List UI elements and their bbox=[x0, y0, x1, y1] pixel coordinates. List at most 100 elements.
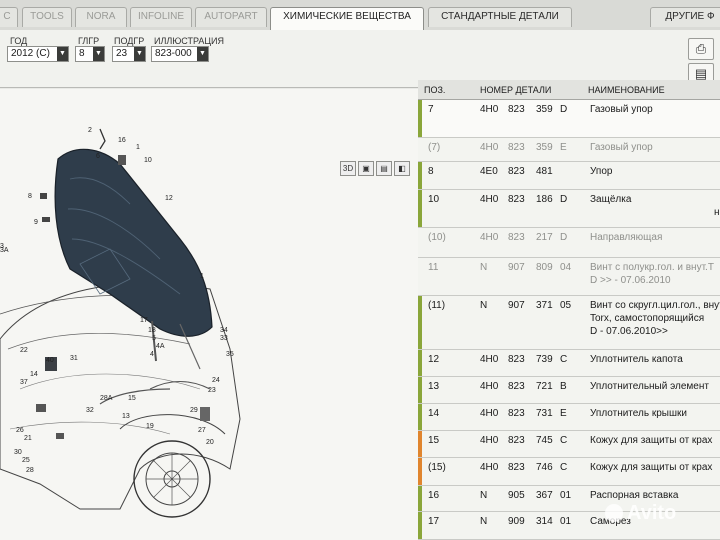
table-row[interactable]: (15) 4H0 823 746 C Кожух для защиты от крах bbox=[418, 458, 720, 486]
table-row[interactable]: (7) 4H0 823 359 E Газовый упор bbox=[418, 138, 720, 162]
view-fit-button[interactable]: ▣ bbox=[358, 161, 374, 176]
view-list-button[interactable]: ▤ bbox=[376, 161, 392, 176]
col-part-no: НОМЕР ДЕТАЛИ bbox=[480, 85, 552, 95]
part-group: 907 bbox=[508, 262, 525, 273]
part-suffix: E bbox=[560, 408, 567, 419]
callout-label[interactable]: 23 bbox=[208, 387, 216, 394]
row-status-bar bbox=[418, 512, 422, 539]
part-suffix: 01 bbox=[560, 490, 572, 501]
callout-label[interactable]: 18 bbox=[148, 327, 156, 334]
callout-label[interactable]: 10 bbox=[144, 157, 152, 164]
callout-label[interactable]: 30 bbox=[14, 449, 22, 456]
callout-label[interactable]: 26 bbox=[16, 427, 24, 434]
callout-label[interactable]: 31 bbox=[70, 355, 78, 362]
illustration-select[interactable]: 823-000 ▼ bbox=[151, 46, 209, 62]
tab-tools[interactable]: TOOLS bbox=[22, 7, 72, 27]
tab-c[interactable]: C bbox=[0, 7, 18, 27]
row-status-bar bbox=[418, 296, 422, 349]
part-number: 731 bbox=[536, 408, 553, 419]
callout-label[interactable]: 28 bbox=[26, 467, 34, 474]
callout-label[interactable]: 29 bbox=[190, 407, 198, 414]
view-split-button[interactable]: ◧ bbox=[394, 161, 410, 176]
part-number: 746 bbox=[536, 462, 553, 473]
tab-autopart[interactable]: AUTOPART bbox=[195, 7, 267, 27]
parts-table: ПОЗ. НОМЕР ДЕТАЛИ НАИМЕНОВАНИЕ 7 4H0 823 35… bbox=[418, 80, 720, 540]
tab-chemicals[interactable]: ХИМИЧЕСКИЕ ВЕЩЕСТВА bbox=[270, 7, 424, 30]
callout-label[interactable]: 14 bbox=[30, 371, 38, 378]
row-status-bar bbox=[418, 162, 422, 189]
part-group: 907 bbox=[508, 300, 525, 311]
callout-label[interactable]: 3A bbox=[0, 247, 9, 254]
part-group: 905 bbox=[508, 490, 525, 501]
part-name: Уплотнитель крышки bbox=[590, 408, 687, 419]
tab-infoline[interactable]: INFOLINE bbox=[130, 7, 192, 27]
callout-label[interactable]: 15 bbox=[128, 395, 136, 402]
callout-label[interactable]: 8 bbox=[28, 193, 32, 200]
group-select[interactable]: 8 ▼ bbox=[75, 46, 105, 62]
callout-label[interactable]: 4 bbox=[150, 351, 154, 358]
tab-nora[interactable]: NORA bbox=[75, 7, 127, 27]
row-pos: 7 bbox=[428, 104, 434, 115]
part-number: 481 bbox=[536, 166, 553, 177]
callout-label[interactable]: 2 bbox=[88, 127, 92, 134]
callout-label[interactable]: 35 bbox=[226, 351, 234, 358]
callout-label[interactable]: 28A bbox=[100, 395, 112, 402]
part-suffix: 01 bbox=[560, 516, 572, 527]
year-select[interactable]: 2012 (C) ▼ bbox=[7, 46, 69, 62]
part-number: 359 bbox=[536, 104, 553, 115]
part-number: 745 bbox=[536, 435, 553, 446]
callout-label[interactable]: 6 bbox=[96, 153, 100, 160]
subgroup-value: 23 bbox=[116, 48, 128, 59]
col-name: НАИМЕНОВАНИЕ bbox=[588, 85, 665, 95]
view-3d-button[interactable]: 3D bbox=[340, 161, 356, 176]
table-row[interactable]: 12 4H0 823 739 C Уплотнитель капота bbox=[418, 350, 720, 377]
part-suffix: 05 bbox=[560, 300, 572, 311]
year-label: ГОД bbox=[10, 36, 28, 46]
callout-label[interactable]: 21 bbox=[24, 435, 32, 442]
tab-standard-parts[interactable]: СТАНДАРТНЫЕ ДЕТАЛИ bbox=[428, 7, 572, 27]
callout-label[interactable]: 1 bbox=[136, 144, 140, 151]
table-row[interactable]: 10 4H0 823 186 D Защёлка н bbox=[418, 190, 720, 228]
table-row[interactable]: (10) 4H0 823 217 D Направляющая bbox=[418, 228, 720, 258]
part-group: 823 bbox=[508, 381, 525, 392]
table-row[interactable]: 7 4H0 823 359 D Газовый упор bbox=[418, 100, 720, 138]
table-row[interactable]: 13 4H0 823 721 B Уплотнительный элемент bbox=[418, 377, 720, 404]
print-button[interactable]: ⎙ bbox=[688, 38, 714, 60]
callout-label[interactable]: 4A bbox=[156, 343, 165, 350]
callout-label[interactable]: 20 bbox=[206, 439, 214, 446]
part-name: Упор bbox=[590, 166, 613, 177]
row-pos: 13 bbox=[428, 381, 440, 392]
table-row[interactable]: 11 N 907 809 04 Винт с полукр.гол. и внут.Т D … bbox=[418, 258, 720, 296]
callout-label[interactable]: 40 bbox=[46, 357, 54, 364]
part-name: Газовый упор bbox=[590, 142, 653, 153]
part-prefix: 4H0 bbox=[480, 408, 499, 419]
callout-label[interactable]: 1 bbox=[200, 273, 204, 280]
callout-label[interactable]: 5 bbox=[152, 335, 156, 342]
table-row[interactable]: 8 4E0 823 481 Упор bbox=[418, 162, 720, 190]
table-row[interactable]: 15 4H0 823 745 C Кожух для защиты от крах bbox=[418, 431, 720, 458]
subgroup-select[interactable]: 23 ▼ bbox=[112, 46, 146, 62]
tab-other[interactable]: ДРУГИЕ Ф bbox=[650, 7, 720, 27]
avito-watermark: Avito bbox=[605, 502, 676, 525]
callout-label[interactable]: 24 bbox=[212, 377, 220, 384]
callout-label[interactable]: 27 bbox=[198, 427, 206, 434]
callout-label[interactable]: 17 bbox=[140, 317, 148, 324]
callout-label[interactable]: 32 bbox=[86, 407, 94, 414]
callout-label[interactable]: 19 bbox=[146, 423, 154, 430]
callout-label[interactable]: 37 bbox=[20, 379, 28, 386]
callout-label[interactable]: 13 bbox=[122, 413, 130, 420]
tab-bar: C TOOLS NORA INFOLINE AUTOPART ХИМИЧЕСКИ… bbox=[0, 0, 720, 30]
table-row[interactable]: 14 4H0 823 731 E Уплотнитель крышки bbox=[418, 404, 720, 431]
table-row[interactable]: (11) N 907 371 05 Винт со скругл.цил.гол., вн… bbox=[418, 296, 720, 350]
callout-label[interactable]: 12 bbox=[165, 195, 173, 202]
callout-label[interactable]: 16 bbox=[118, 137, 126, 144]
row-pos: 12 bbox=[428, 354, 440, 365]
callout-label[interactable]: 22 bbox=[20, 347, 28, 354]
illustration-panel: 2 16 1 10 12 6 8 9 1 3 17 18 5 4A 4 34 35 33 24 23 22 40 31 14 3… bbox=[0, 89, 418, 540]
callout-label[interactable]: 33 bbox=[220, 335, 228, 342]
callout-label[interactable]: 25 bbox=[22, 457, 30, 464]
part-prefix: 4H0 bbox=[480, 381, 499, 392]
part-name: Защёлка bbox=[590, 194, 632, 205]
callout-label[interactable]: 34 bbox=[220, 327, 228, 334]
callout-label[interactable]: 9 bbox=[34, 219, 38, 226]
